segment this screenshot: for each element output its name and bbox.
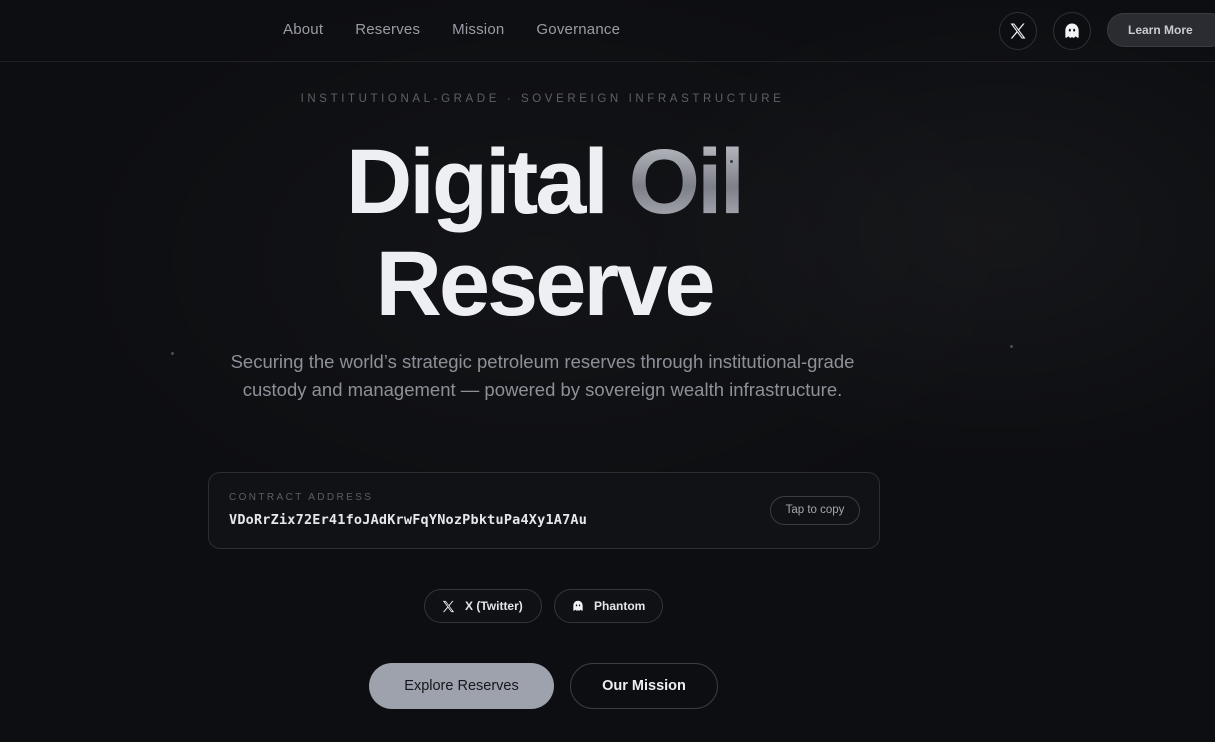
x-logo-icon xyxy=(442,600,455,612)
decorative-star-dot xyxy=(1010,345,1013,348)
hero-eyebrow: INSTITUTIONAL-GRADE · SOVEREIGN INFRASTR… xyxy=(300,93,785,105)
decorative-star-dot xyxy=(730,160,733,163)
nav-links: About Reserves Mission Governance xyxy=(283,21,652,38)
hero-title-line-2: Reserve xyxy=(375,233,715,335)
phantom-link-label: Phantom xyxy=(594,599,646,613)
nav-link-mission[interactable]: Mission xyxy=(452,21,504,38)
hero-title-digital: Digital xyxy=(345,131,609,233)
twitter-link-button[interactable]: X (Twitter) xyxy=(424,589,542,623)
hero-title-line-1: Digital Oil xyxy=(0,134,1088,230)
x-logo-icon xyxy=(1010,23,1026,39)
top-nav: About Reserves Mission Governance Learn … xyxy=(0,0,1215,62)
phantom-ghost-icon xyxy=(1065,23,1079,38)
contract-address-label: CONTRACT ADDRESS xyxy=(229,492,374,503)
nav-link-governance[interactable]: Governance xyxy=(536,21,620,38)
phantom-link-button[interactable]: Phantom xyxy=(554,589,663,623)
contract-address-card: CONTRACT ADDRESS VDoRrZix72Er41foJAdKrwF… xyxy=(208,472,880,549)
phantom-ghost-icon xyxy=(573,600,583,611)
hero-subtitle: Securing the world’s strategic petroleum… xyxy=(230,351,855,400)
our-mission-button[interactable]: Our Mission xyxy=(570,663,718,709)
x-social-button[interactable] xyxy=(999,12,1037,50)
twitter-link-label: X (Twitter) xyxy=(465,599,523,613)
nav-link-reserves[interactable]: Reserves xyxy=(355,21,420,38)
learn-more-button[interactable]: Learn More xyxy=(1107,13,1215,47)
phantom-social-button[interactable] xyxy=(1053,12,1091,50)
nav-link-about[interactable]: About xyxy=(283,21,323,38)
explore-reserves-button[interactable]: Explore Reserves xyxy=(369,663,554,709)
copy-address-button[interactable]: Tap to copy xyxy=(770,496,860,525)
contract-address-value: VDoRrZix72Er41foJAdKrwFqYNozPbktuPa4Xy1A… xyxy=(229,512,588,528)
hero-title-oil: Oil xyxy=(628,131,746,233)
decorative-star-dot xyxy=(171,352,174,355)
